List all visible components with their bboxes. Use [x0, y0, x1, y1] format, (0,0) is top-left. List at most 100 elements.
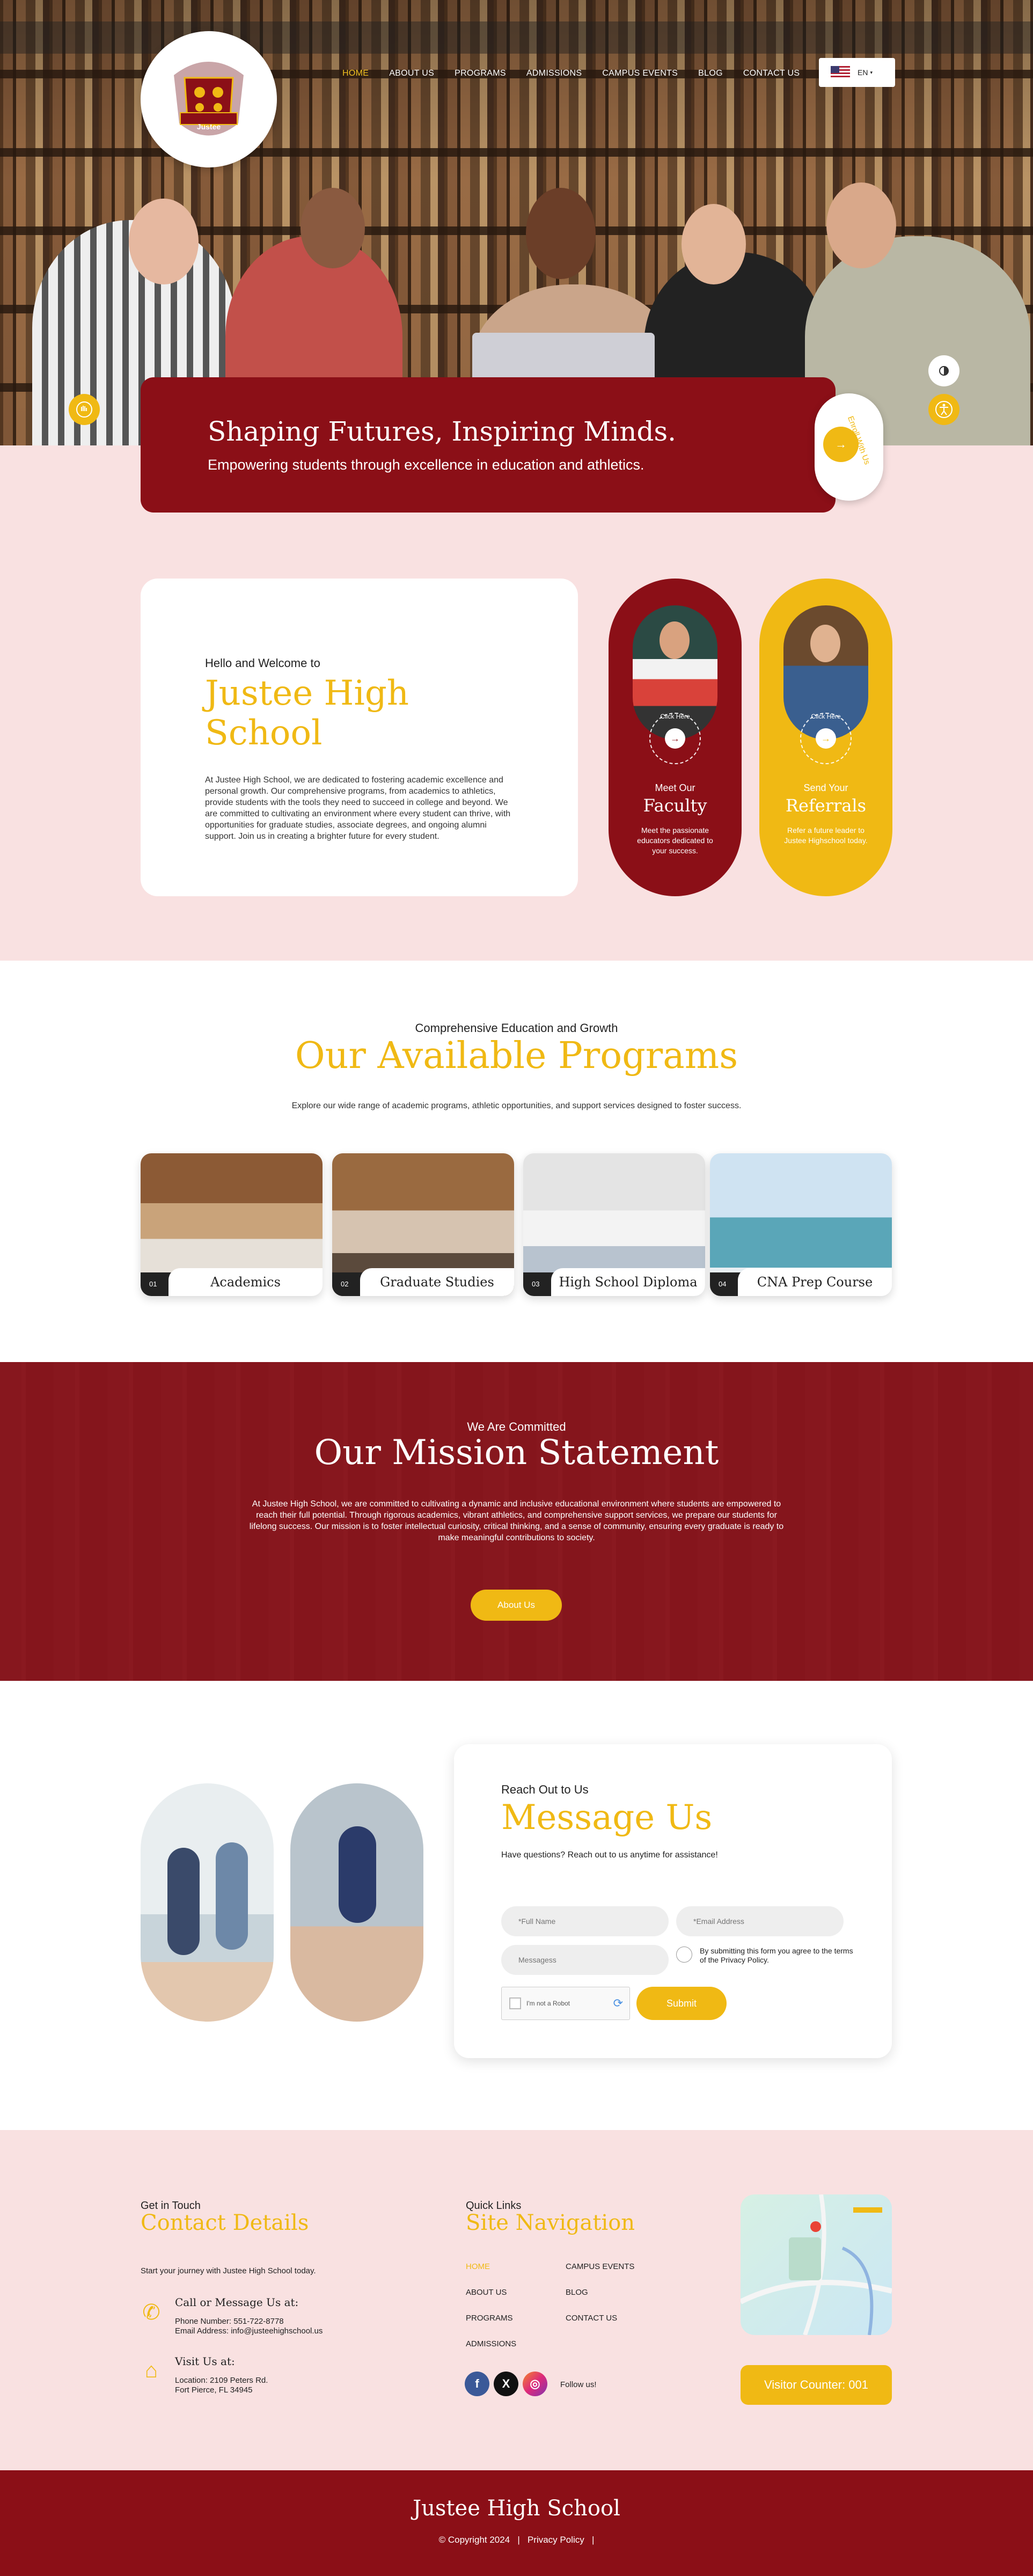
- contact-intro: Start your journey with Justee High Scho…: [141, 2266, 316, 2275]
- footer-link-contact-us[interactable]: CONTACT US: [566, 2314, 617, 2323]
- hand-icon: [76, 401, 92, 418]
- programs-kicker: Comprehensive Education and Growth: [415, 1021, 618, 1035]
- nav-home[interactable]: HOME: [342, 69, 369, 78]
- programs-section: Comprehensive Education and Growth Our A…: [0, 961, 1033, 1362]
- full-name-input[interactable]: [501, 1906, 669, 1936]
- footer-link-home[interactable]: HOME: [466, 2262, 490, 2271]
- referral-title: Referrals: [785, 795, 867, 816]
- location-line-1: Location: 2109 Peters Rd.: [175, 2376, 268, 2385]
- students-jumping-photo-1: [141, 1783, 274, 2022]
- visit-title: Visit Us at:: [175, 2355, 235, 2368]
- recaptcha-checkbox[interactable]: [509, 1997, 521, 2009]
- faculty-card[interactable]: → Click Here Meet Our Faculty Meet the p…: [609, 579, 742, 896]
- copyright-text: © Copyright 2024: [438, 2535, 510, 2545]
- about-us-button[interactable]: About Us: [471, 1590, 562, 1621]
- referral-click-text: Click Here: [811, 713, 841, 720]
- program-card-academics[interactable]: 01 Academics: [141, 1153, 323, 1296]
- logo-text: Justee: [196, 122, 221, 131]
- program-label: Graduate Studies: [360, 1268, 514, 1296]
- hero-title: Shaping Futures, Inspiring Minds.: [208, 416, 677, 447]
- faculty-click-here[interactable]: →: [649, 713, 701, 764]
- programs-title: Our Available Programs: [295, 1035, 738, 1077]
- footer-link-programs[interactable]: PROGRAMS: [466, 2314, 513, 2323]
- nav-blog[interactable]: BLOG: [698, 69, 723, 78]
- program-card-graduate-studies[interactable]: 02 Graduate Studies: [332, 1153, 514, 1296]
- instagram-icon[interactable]: ◎: [523, 2372, 547, 2396]
- nav-admissions[interactable]: ADMISSIONS: [526, 69, 582, 78]
- call-title: Call or Message Us at:: [175, 2296, 299, 2309]
- crest-icon: [174, 62, 244, 136]
- mission-title: Our Mission Statement: [314, 1433, 719, 1473]
- referral-desc: Refer a future leader to Justee Highscho…: [784, 826, 868, 845]
- language-selector[interactable]: EN ▾: [819, 58, 895, 87]
- message-kicker: Reach Out to Us: [501, 1783, 589, 1796]
- copyright-row: © Copyright 2024 | Privacy Policy |: [0, 2535, 1033, 2545]
- facebook-icon[interactable]: f: [465, 2372, 489, 2396]
- privacy-policy-link[interactable]: Privacy Policy: [528, 2535, 584, 2545]
- programs-intro: Explore our wide range of academic progr…: [291, 1101, 742, 1110]
- links-title: Site Navigation: [466, 2211, 635, 2235]
- consent-checkbox[interactable]: [676, 1946, 692, 1963]
- welcome-body: At Justee High School, we are dedicated …: [205, 775, 511, 841]
- header-bar: [0, 21, 1033, 54]
- footer-link-blog[interactable]: BLOG: [566, 2288, 588, 2297]
- recaptcha-label: I'm not a Robot: [526, 2000, 570, 2007]
- message-section: Reach Out to Us Message Us Have question…: [0, 1681, 1033, 2130]
- arrow-right-icon: →: [816, 728, 836, 749]
- accessibility-widget-left[interactable]: [69, 394, 100, 425]
- submit-button[interactable]: Submit: [636, 1987, 727, 2020]
- phone-number[interactable]: Phone Number: 551-722-8778: [175, 2317, 284, 2326]
- divider: |: [512, 2535, 525, 2545]
- program-label: High School Diploma: [551, 1268, 705, 1296]
- language-label: EN: [858, 68, 868, 77]
- email-address[interactable]: Email Address: info@justeehighschool.us: [175, 2326, 323, 2336]
- program-card-high-school-diploma[interactable]: 03 High School Diploma: [523, 1153, 705, 1296]
- nav-about-us[interactable]: ABOUT US: [389, 69, 434, 78]
- program-label: Academics: [168, 1268, 323, 1296]
- footer-link-about-us[interactable]: ABOUT US: [466, 2288, 507, 2297]
- program-number: 01: [141, 1272, 173, 1296]
- welcome-section: Hello and Welcome to Justee High School …: [0, 445, 1033, 961]
- contrast-toggle[interactable]: [928, 355, 959, 386]
- privacy-policy-link[interactable]: Privacy Policy.: [721, 1956, 769, 1964]
- message-title: Message Us: [501, 1798, 713, 1838]
- arrow-right-icon: →: [835, 437, 847, 451]
- us-flag-icon: [831, 66, 850, 79]
- divider: |: [587, 2535, 595, 2545]
- faculty-title: Faculty: [643, 795, 707, 816]
- location-map[interactable]: [741, 2194, 892, 2335]
- map-graphic: [741, 2194, 892, 2335]
- bottom-title: Justee High School: [413, 2496, 620, 2521]
- students-jumping-photo-2: [290, 1783, 423, 2022]
- accessibility-button[interactable]: [928, 394, 959, 425]
- recaptcha-widget[interactable]: I'm not a Robot ⟳: [501, 1987, 630, 2020]
- program-number: 04: [710, 1272, 742, 1296]
- welcome-title: Justee High School: [205, 674, 409, 753]
- referral-click-here[interactable]: →: [800, 713, 852, 764]
- mission-body: At Justee High School, we are committed …: [249, 1499, 784, 1542]
- program-card-cna-prep[interactable]: 04 CNA Prep Course: [710, 1153, 892, 1296]
- x-twitter-icon[interactable]: X: [494, 2372, 518, 2396]
- follow-us-text: Follow us!: [560, 2380, 597, 2389]
- arrow-right-icon: →: [665, 728, 685, 749]
- nav-contact-us[interactable]: CONTACT US: [743, 69, 800, 78]
- enroll-badge[interactable]: → Enroll With Us: [815, 393, 883, 501]
- message-input[interactable]: [501, 1945, 669, 1975]
- referral-sub: Send Your: [803, 782, 848, 793]
- program-number: 03: [523, 1272, 555, 1296]
- accessibility-icon: [935, 401, 953, 418]
- map-icon: ⌂: [144, 2359, 158, 2382]
- school-logo[interactable]: Justee: [141, 31, 277, 167]
- footer-link-admissions[interactable]: ADMISSIONS: [466, 2339, 516, 2348]
- mission-kicker: We Are Committed: [467, 1420, 566, 1433]
- nav-campus-events[interactable]: CAMPUS EVENTS: [602, 69, 678, 78]
- recaptcha-icon: ⟳: [613, 1996, 623, 2010]
- mission-section: We Are Committed Our Mission Statement A…: [0, 1362, 1033, 1681]
- footer-link-campus-events[interactable]: CAMPUS EVENTS: [566, 2262, 634, 2271]
- referrals-card[interactable]: → Click Here Send Your Referrals Refer a…: [759, 579, 892, 896]
- program-number: 02: [332, 1272, 364, 1296]
- nav-programs[interactable]: PROGRAMS: [455, 69, 506, 78]
- main-nav: HOME ABOUT US PROGRAMS ADMISSIONS CAMPUS…: [342, 69, 800, 78]
- footer-section: Get in Touch Contact Details Start your …: [0, 2130, 1033, 2470]
- email-input[interactable]: [676, 1906, 844, 1936]
